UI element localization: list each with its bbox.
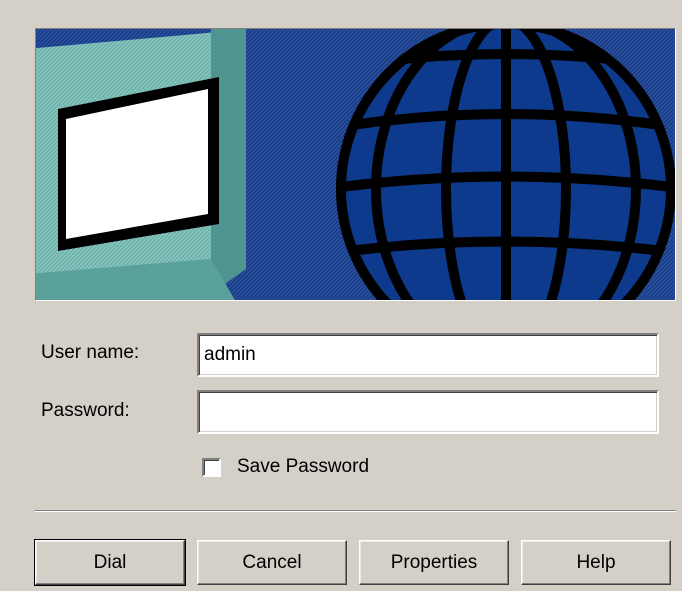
save-password-checkbox[interactable] [202, 457, 221, 477]
monitor-globe-illustration [36, 29, 675, 300]
properties-button[interactable]: Properties [359, 540, 509, 585]
dial-button[interactable]: Dial [34, 539, 186, 586]
cancel-button[interactable]: Cancel [197, 540, 347, 585]
username-input[interactable] [197, 333, 659, 377]
save-password-label: Save Password [237, 456, 370, 477]
password-input[interactable] [197, 390, 659, 434]
help-button[interactable]: Help [521, 540, 671, 585]
dialup-dialog: User name: Password: Save Password Dial … [0, 0, 682, 591]
save-password-option[interactable]: Save Password [202, 455, 369, 479]
banner-image [35, 28, 676, 301]
username-label: User name: [41, 342, 140, 363]
monitor-icon [36, 29, 246, 300]
separator-line [35, 510, 676, 512]
password-label: Password: [41, 400, 130, 421]
